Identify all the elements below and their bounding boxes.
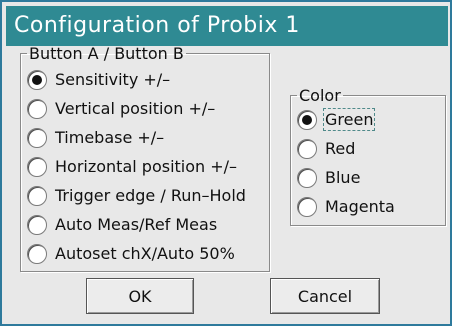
color-group-legend: Color <box>299 86 341 105</box>
radio-button[interactable] <box>27 185 47 206</box>
radio-option-timebase[interactable]: Timebase +/– <box>27 123 269 152</box>
radio-label: Sensitivity +/– <box>55 70 171 89</box>
radio-button[interactable] <box>27 214 47 235</box>
radio-option-autoset[interactable]: Autoset chX/Auto 50% <box>27 239 269 268</box>
radio-button[interactable] <box>27 98 47 119</box>
radio-button[interactable] <box>297 167 317 188</box>
radio-button[interactable] <box>27 156 47 177</box>
button-function-group: Button A / Button B Sensitivity +/– Vert… <box>20 44 270 272</box>
radio-button[interactable] <box>27 243 47 264</box>
radio-label: Red <box>325 139 356 158</box>
radio-option-blue[interactable]: Blue <box>297 163 445 192</box>
radio-option-magenta[interactable]: Magenta <box>297 192 445 221</box>
cancel-button[interactable]: Cancel <box>270 278 380 314</box>
color-group: Color Green Red Blue Magenta <box>290 86 446 226</box>
radio-option-green[interactable]: Green <box>297 105 445 134</box>
radio-option-auto-meas[interactable]: Auto Meas/Ref Meas <box>27 210 269 239</box>
radio-label: Horizontal position +/– <box>55 157 238 176</box>
color-options: Green Red Blue Magenta <box>297 105 445 221</box>
radio-option-trigger-edge[interactable]: Trigger edge / Run–Hold <box>27 181 269 210</box>
ok-button[interactable]: OK <box>86 278 194 314</box>
radio-label: Blue <box>325 168 361 187</box>
radio-option-red[interactable]: Red <box>297 134 445 163</box>
radio-label: Auto Meas/Ref Meas <box>55 215 218 234</box>
button-function-options: Sensitivity +/– Vertical position +/– Ti… <box>27 63 269 268</box>
dialog-title: Configuration of Probix 1 <box>6 6 448 46</box>
radio-button[interactable] <box>297 138 317 159</box>
button-group-legend: Button A / Button B <box>29 44 184 63</box>
radio-label: Trigger edge / Run–Hold <box>55 186 246 205</box>
radio-option-horizontal-position[interactable]: Horizontal position +/– <box>27 152 269 181</box>
configuration-dialog: Configuration of Probix 1 Button A / But… <box>0 0 452 326</box>
radio-option-vertical-position[interactable]: Vertical position +/– <box>27 94 269 123</box>
radio-label: Timebase +/– <box>55 128 165 147</box>
radio-label: Magenta <box>325 197 395 216</box>
radio-option-sensitivity[interactable]: Sensitivity +/– <box>27 65 269 94</box>
radio-label: Autoset chX/Auto 50% <box>55 244 235 263</box>
radio-button[interactable] <box>27 127 47 148</box>
radio-button[interactable] <box>297 109 317 130</box>
radio-label: Green <box>322 108 376 131</box>
radio-button[interactable] <box>27 69 47 90</box>
radio-button[interactable] <box>297 196 317 217</box>
radio-label: Vertical position +/– <box>55 99 216 118</box>
